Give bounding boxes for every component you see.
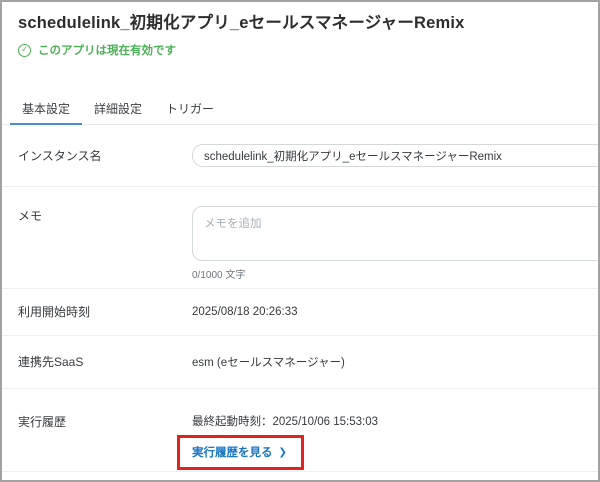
memo-textarea[interactable] [192, 206, 600, 261]
tab-bar: 基本設定 詳細設定 トリガー [2, 95, 598, 125]
memo-value-cell: 0/1000 文字 [192, 206, 600, 281]
page-header: schedulelink_初期化アプリ_eセールスマネージャーRemix このア… [2, 2, 598, 57]
annotation-highlight-box: 実行履歴を見る [177, 435, 304, 470]
saas-label: 連携先SaaS [18, 355, 192, 369]
app-window: schedulelink_初期化アプリ_eセールスマネージャーRemix このア… [0, 0, 600, 482]
chevron-right-icon [279, 447, 287, 458]
instance-name-input[interactable] [192, 144, 600, 167]
tab-advanced-settings[interactable]: 詳細設定 [82, 95, 154, 125]
view-history-link-label: 実行履歴を見る [192, 444, 273, 460]
status-text: このアプリは現在有効です [38, 42, 176, 58]
saas-row: 連携先SaaS esm (eセールスマネージャー) [2, 336, 598, 389]
check-circle-icon [18, 44, 31, 57]
tab-trigger[interactable]: トリガー [154, 95, 226, 125]
history-label: 実行履歴 [18, 415, 192, 429]
memo-row: メモ 0/1000 文字 [2, 187, 598, 289]
start-time-row: 利用開始時刻 2025/08/18 20:26:33 [2, 289, 598, 336]
memo-label: メモ [18, 206, 192, 223]
start-time-value: 2025/08/18 20:26:33 [192, 306, 598, 318]
saas-value: esm (eセールスマネージャー) [192, 354, 598, 370]
instance-name-label: インスタンス名 [18, 149, 192, 163]
last-run-time: 最終起動時刻：2025/10/06 15:53:03 [192, 415, 598, 429]
tab-basic-settings[interactable]: 基本設定 [10, 95, 82, 125]
start-time-label: 利用開始時刻 [18, 305, 192, 319]
page-title: schedulelink_初期化アプリ_eセールスマネージャーRemix [18, 12, 582, 34]
memo-char-counter: 0/1000 文字 [192, 266, 600, 281]
view-history-link[interactable]: 実行履歴を見る [192, 444, 287, 460]
instance-name-row: インスタンス名 [2, 125, 598, 187]
history-row: 実行履歴 最終起動時刻：2025/10/06 15:53:03 実行履歴を見る [2, 389, 598, 472]
instance-name-value-cell [192, 144, 600, 167]
history-value-cell: 最終起動時刻：2025/10/06 15:53:03 実行履歴を見る [192, 415, 598, 470]
status-badge: このアプリは現在有効です [18, 43, 582, 57]
